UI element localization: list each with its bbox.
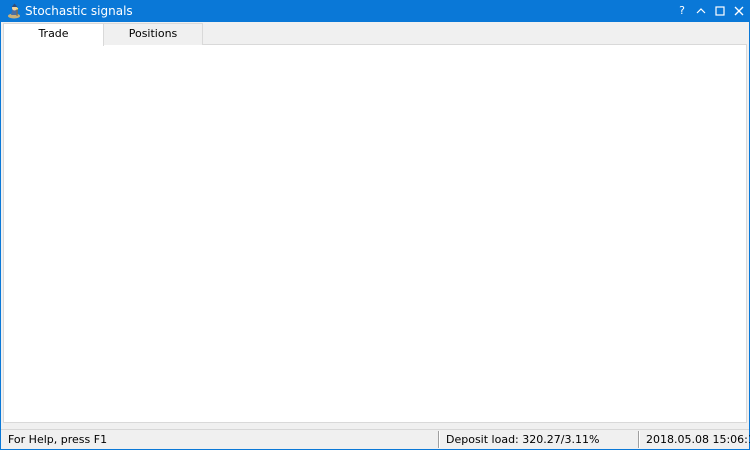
app-window: Stochastic signals ? Trade Positions For… — [0, 0, 750, 450]
trade-tab-panel — [3, 45, 747, 423]
tab-strip: Trade Positions — [3, 22, 747, 46]
wizard-app-icon — [6, 3, 22, 19]
close-icon — [734, 6, 744, 16]
status-deposit-load: Deposit load: 320.27/3.11% — [446, 433, 600, 446]
close-button[interactable] — [731, 3, 747, 19]
title-bar[interactable]: Stochastic signals ? — [1, 1, 749, 22]
tab-positions[interactable]: Positions — [103, 23, 203, 45]
minimize-button[interactable] — [693, 3, 709, 19]
maximize-button[interactable] — [712, 3, 728, 19]
help-icon: ? — [679, 4, 685, 17]
window-title: Stochastic signals — [25, 4, 133, 18]
status-divider — [638, 431, 640, 448]
maximize-icon — [715, 6, 725, 16]
status-help-text: For Help, press F1 — [8, 433, 108, 446]
status-divider — [438, 431, 440, 448]
status-datetime: 2018.05.08 15:06:11 — [646, 433, 750, 446]
chevron-up-icon — [696, 8, 706, 14]
status-bar: For Help, press F1 Deposit load: 320.27/… — [1, 429, 750, 449]
tab-trade[interactable]: Trade — [3, 23, 104, 46]
tab-control: Trade Positions — [3, 22, 747, 423]
help-button[interactable]: ? — [674, 3, 690, 19]
